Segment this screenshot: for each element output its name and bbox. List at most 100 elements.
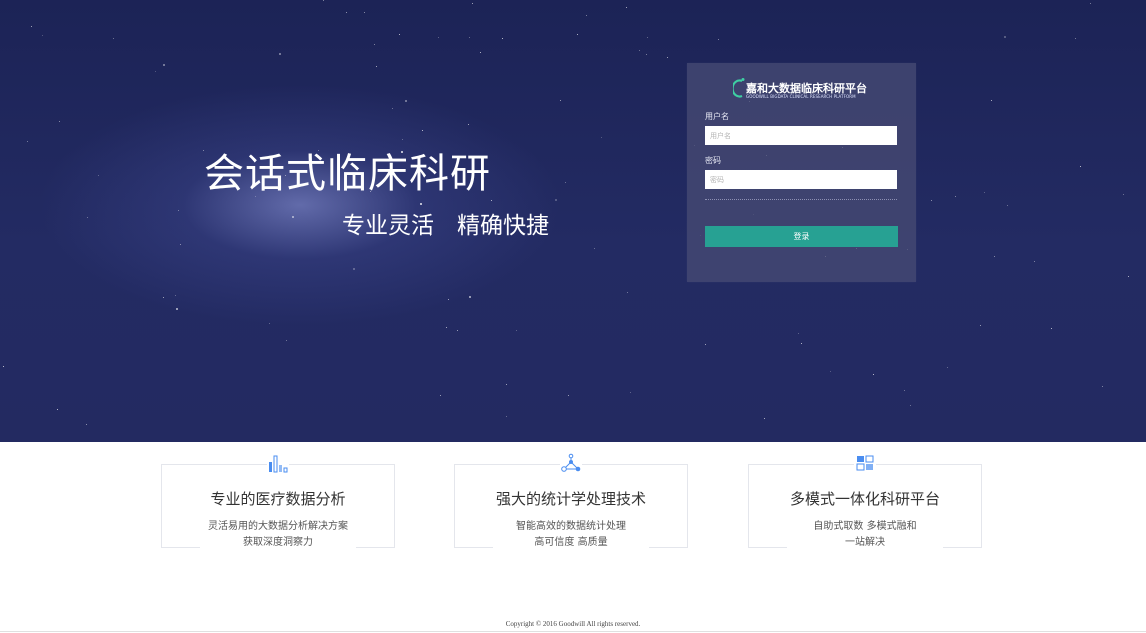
- brand: 嘉和大数据临床科研平台 GOODWILL BIGDATA CLINICAL RE…: [733, 77, 883, 101]
- star: [422, 130, 423, 131]
- star: [469, 296, 471, 298]
- feature-desc-line: 一站解决: [845, 537, 885, 548]
- star: [506, 384, 507, 385]
- feature-desc-line: 获取深度洞察力: [243, 537, 313, 548]
- star: [931, 200, 932, 201]
- star: [646, 54, 647, 55]
- star: [468, 124, 469, 125]
- star: [113, 38, 114, 39]
- star: [346, 12, 347, 13]
- star: [469, 37, 470, 38]
- star: [627, 292, 628, 293]
- star: [586, 15, 587, 16]
- star: [180, 244, 181, 245]
- star: [502, 38, 503, 39]
- star: [1007, 205, 1008, 206]
- star: [491, 200, 492, 201]
- password-input[interactable]: [705, 170, 897, 189]
- star: [873, 374, 874, 375]
- star: [830, 371, 831, 372]
- star: [1075, 38, 1076, 39]
- star: [984, 192, 985, 193]
- feature-title: 多模式一体化科研平台: [789, 490, 940, 508]
- star: [438, 37, 439, 38]
- feature-title: 强大的统计学处理技术: [495, 490, 646, 508]
- feature-description: 自助式取数 多模式融和 一站解决: [749, 519, 981, 551]
- star: [178, 210, 179, 211]
- star: [1004, 36, 1006, 38]
- star: [457, 330, 458, 331]
- star: [991, 100, 992, 101]
- star: [175, 295, 176, 296]
- star: [323, 0, 324, 1]
- star: [639, 50, 640, 51]
- star: [176, 308, 178, 310]
- star: [279, 53, 281, 55]
- feature-card-statistics: 强大的统计学处理技术 智能高效的数据统计处理 高可信度 高质量: [454, 453, 688, 548]
- login-button[interactable]: 登录: [705, 226, 898, 247]
- star: [286, 340, 287, 341]
- star: [1123, 194, 1124, 195]
- star: [798, 333, 799, 334]
- password-label: 密码: [705, 156, 721, 165]
- star: [506, 416, 507, 417]
- brand-logo-icon: [733, 78, 745, 98]
- star: [1034, 261, 1035, 262]
- star: [57, 409, 58, 410]
- star: [98, 175, 99, 176]
- feature-desc-line: 灵活易用的大数据分析解决方案: [208, 521, 348, 532]
- feature-desc-line: 智能高效的数据统计处理: [516, 521, 626, 532]
- star: [555, 199, 557, 201]
- star: [705, 344, 706, 345]
- star: [577, 34, 578, 35]
- star: [3, 366, 4, 367]
- star: [667, 57, 668, 58]
- star: [292, 216, 294, 218]
- star: [601, 137, 602, 138]
- star: [364, 12, 365, 13]
- username-input[interactable]: [705, 126, 897, 145]
- star: [446, 327, 447, 328]
- star: [594, 248, 595, 249]
- star: [565, 182, 566, 183]
- star: [392, 108, 393, 109]
- star: [440, 395, 441, 396]
- hero-headline: 会话式临床科研: [204, 151, 491, 197]
- star: [1090, 3, 1091, 4]
- bar-chart-icon: [267, 453, 289, 473]
- star: [801, 343, 802, 344]
- star: [155, 71, 156, 72]
- star: [402, 139, 403, 140]
- star: [374, 44, 375, 45]
- star: [27, 141, 28, 142]
- star: [31, 26, 32, 27]
- star: [376, 66, 377, 67]
- footer-divider: [0, 631, 1146, 632]
- star: [269, 323, 270, 324]
- star: [420, 203, 422, 205]
- star: [980, 325, 981, 326]
- star: [647, 37, 648, 38]
- star: [87, 217, 88, 218]
- modules-icon: [854, 453, 876, 473]
- star: [1051, 328, 1052, 329]
- username-label: 用户名: [705, 112, 729, 121]
- network-icon: [560, 453, 582, 473]
- star: [764, 418, 765, 419]
- feature-desc-line: 高可信度 高质量: [534, 537, 608, 548]
- star: [405, 100, 407, 102]
- star: [630, 392, 631, 393]
- star: [516, 330, 517, 331]
- star: [1128, 276, 1129, 277]
- hero-subline: 专业灵活 精确快捷: [342, 213, 549, 239]
- star: [910, 405, 911, 406]
- star: [42, 35, 43, 36]
- feature-card-analysis: 专业的医疗数据分析 灵活易用的大数据分析解决方案 获取深度洞察力: [161, 453, 395, 548]
- star: [560, 100, 561, 101]
- star: [718, 39, 719, 40]
- form-divider: [705, 199, 897, 200]
- star: [399, 34, 400, 35]
- star: [568, 395, 569, 396]
- star: [626, 7, 627, 8]
- star: [1102, 386, 1103, 387]
